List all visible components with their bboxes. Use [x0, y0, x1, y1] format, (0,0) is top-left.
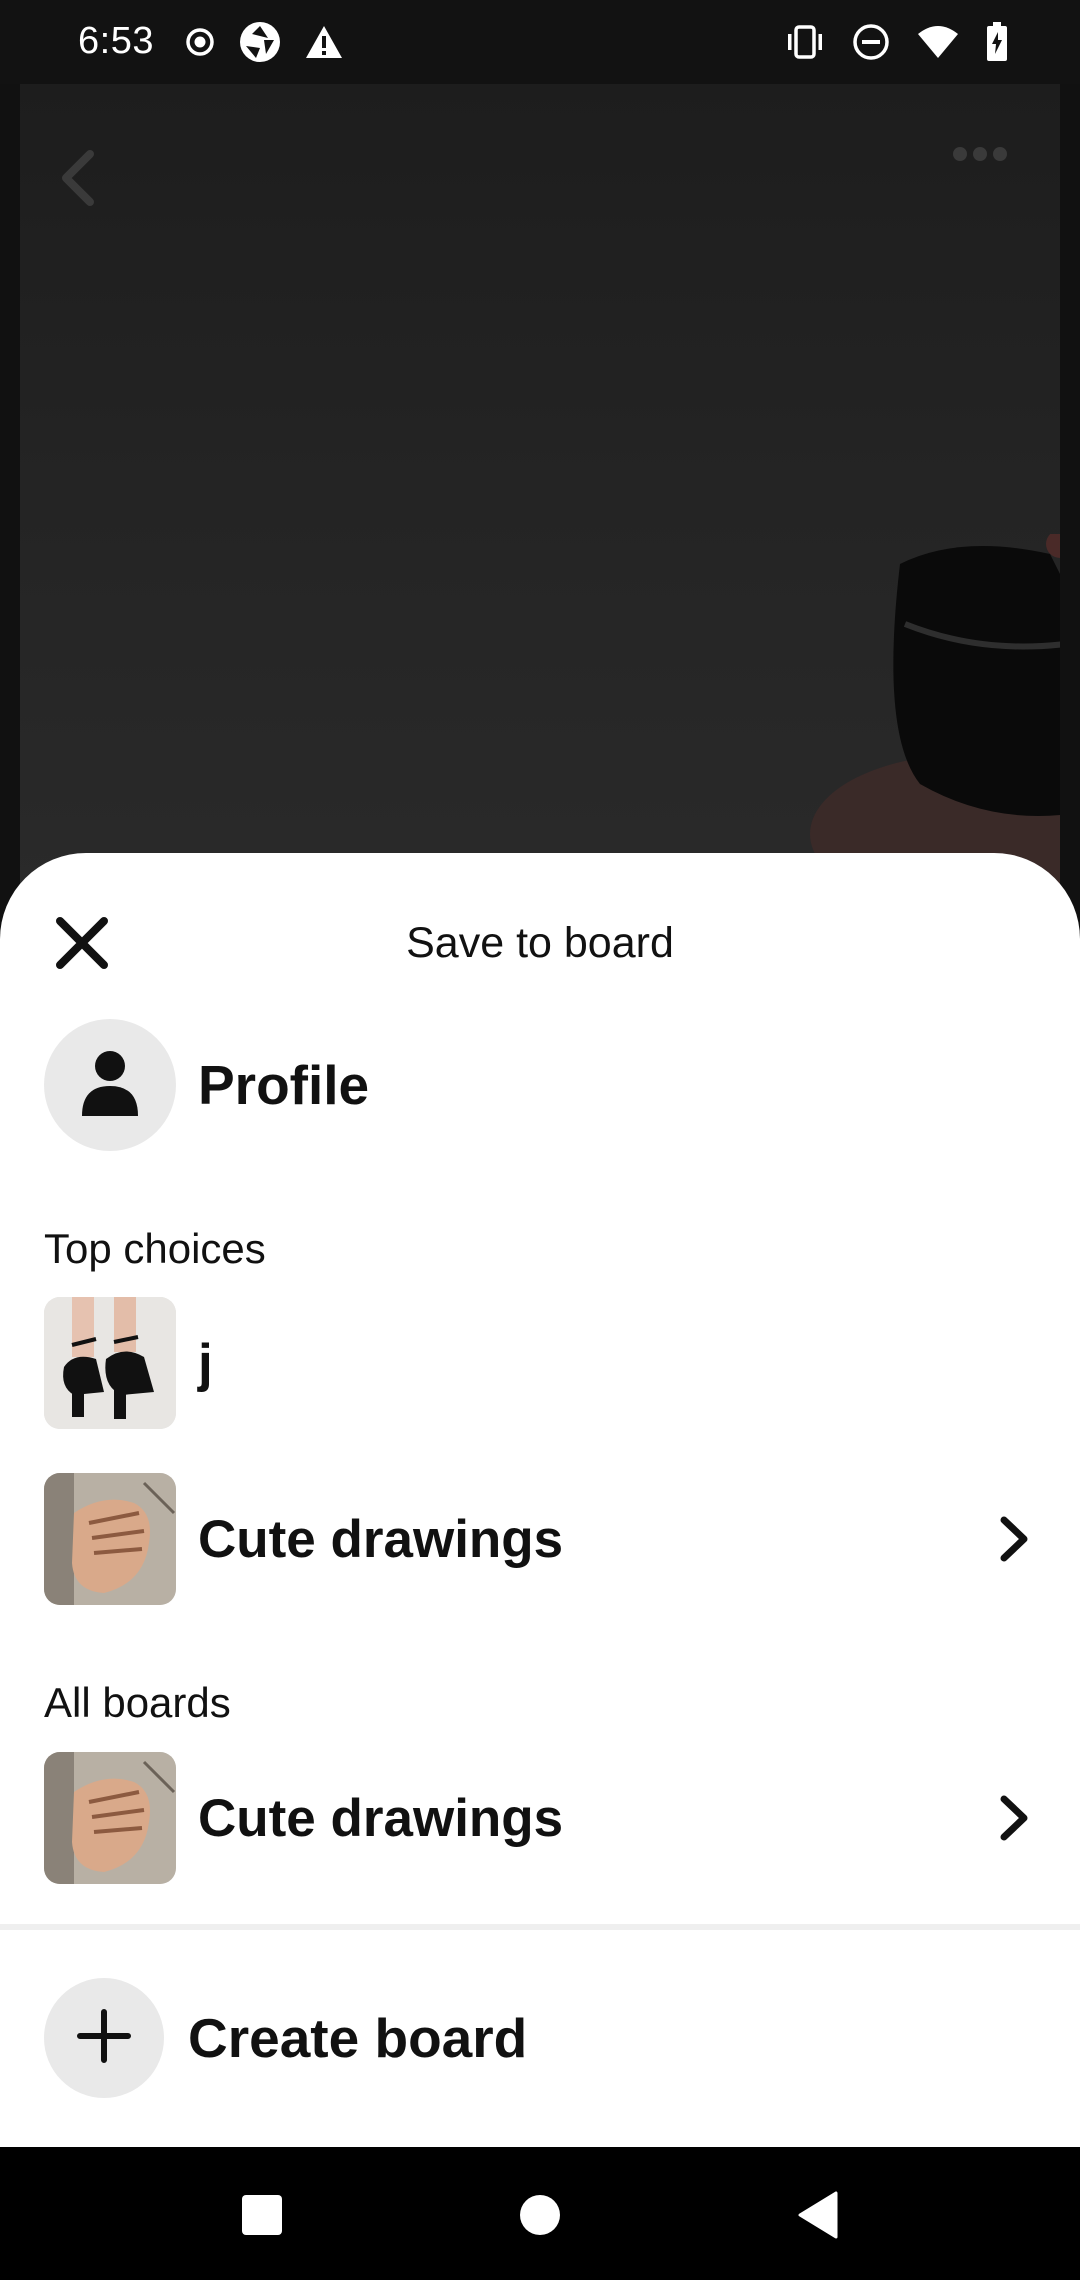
- record-icon: [184, 26, 216, 58]
- avatar: [44, 1019, 176, 1151]
- back-chevron-icon[interactable]: [56, 148, 100, 213]
- divider: [0, 1924, 1080, 1930]
- board-name: Cute drawings: [198, 1509, 564, 1569]
- status-time: 6:53: [78, 20, 154, 62]
- plus-circle: [44, 1978, 164, 2098]
- board-name: j: [198, 1333, 213, 1393]
- more-options-icon[interactable]: [952, 146, 1008, 167]
- board-row-cute-drawings[interactable]: Cute drawings: [44, 1752, 1040, 1884]
- person-icon: [82, 1050, 138, 1121]
- black-heels-image: [44, 1297, 176, 1429]
- home-circle-icon[interactable]: [502, 2177, 578, 2253]
- profile-label: Profile: [198, 1054, 370, 1116]
- board-name: Cute drawings: [198, 1788, 564, 1848]
- status-icons-left: [184, 20, 344, 64]
- status-bar: 6:53: [0, 0, 1080, 84]
- chevron-right-icon[interactable]: [984, 1788, 1044, 1848]
- sheet-title: Save to board: [406, 919, 674, 967]
- back-triangle-icon[interactable]: [780, 2177, 856, 2253]
- create-board-label: Create board: [188, 2007, 528, 2069]
- all-boards-label: All boards: [44, 1679, 231, 1726]
- recents-square-icon[interactable]: [224, 2177, 300, 2253]
- top-choices-label: Top choices: [44, 1225, 266, 1272]
- aperture-icon: [238, 20, 282, 64]
- create-board-button[interactable]: Create board: [44, 1977, 527, 2099]
- hand-drawing-image: [44, 1752, 176, 1884]
- vibrate-icon: [784, 24, 826, 60]
- board-row-j[interactable]: j: [44, 1297, 1040, 1429]
- save-to-board-sheet: Save to board Profile Top choices j Cute…: [0, 853, 1080, 2147]
- board-row-cute-drawings-top[interactable]: Cute drawings: [44, 1473, 1040, 1605]
- wifi-icon: [916, 24, 960, 60]
- do-not-disturb-icon: [852, 23, 890, 61]
- navigation-bar: [0, 2147, 1080, 2280]
- warning-icon: [304, 24, 344, 60]
- chevron-right-icon[interactable]: [984, 1509, 1044, 1569]
- pin-image: [810, 530, 1060, 904]
- hand-drawing-image: [44, 1473, 176, 1605]
- battery-charging-icon: [986, 22, 1008, 62]
- screen: 6:53 Save to board Profile Top choices j…: [0, 0, 1080, 2280]
- pin-background: [20, 84, 1060, 904]
- plus-icon: [76, 2008, 132, 2069]
- sheet-header: Save to board: [0, 853, 1080, 993]
- profile-row[interactable]: Profile: [44, 1019, 1034, 1151]
- status-icons-right: [784, 20, 1008, 64]
